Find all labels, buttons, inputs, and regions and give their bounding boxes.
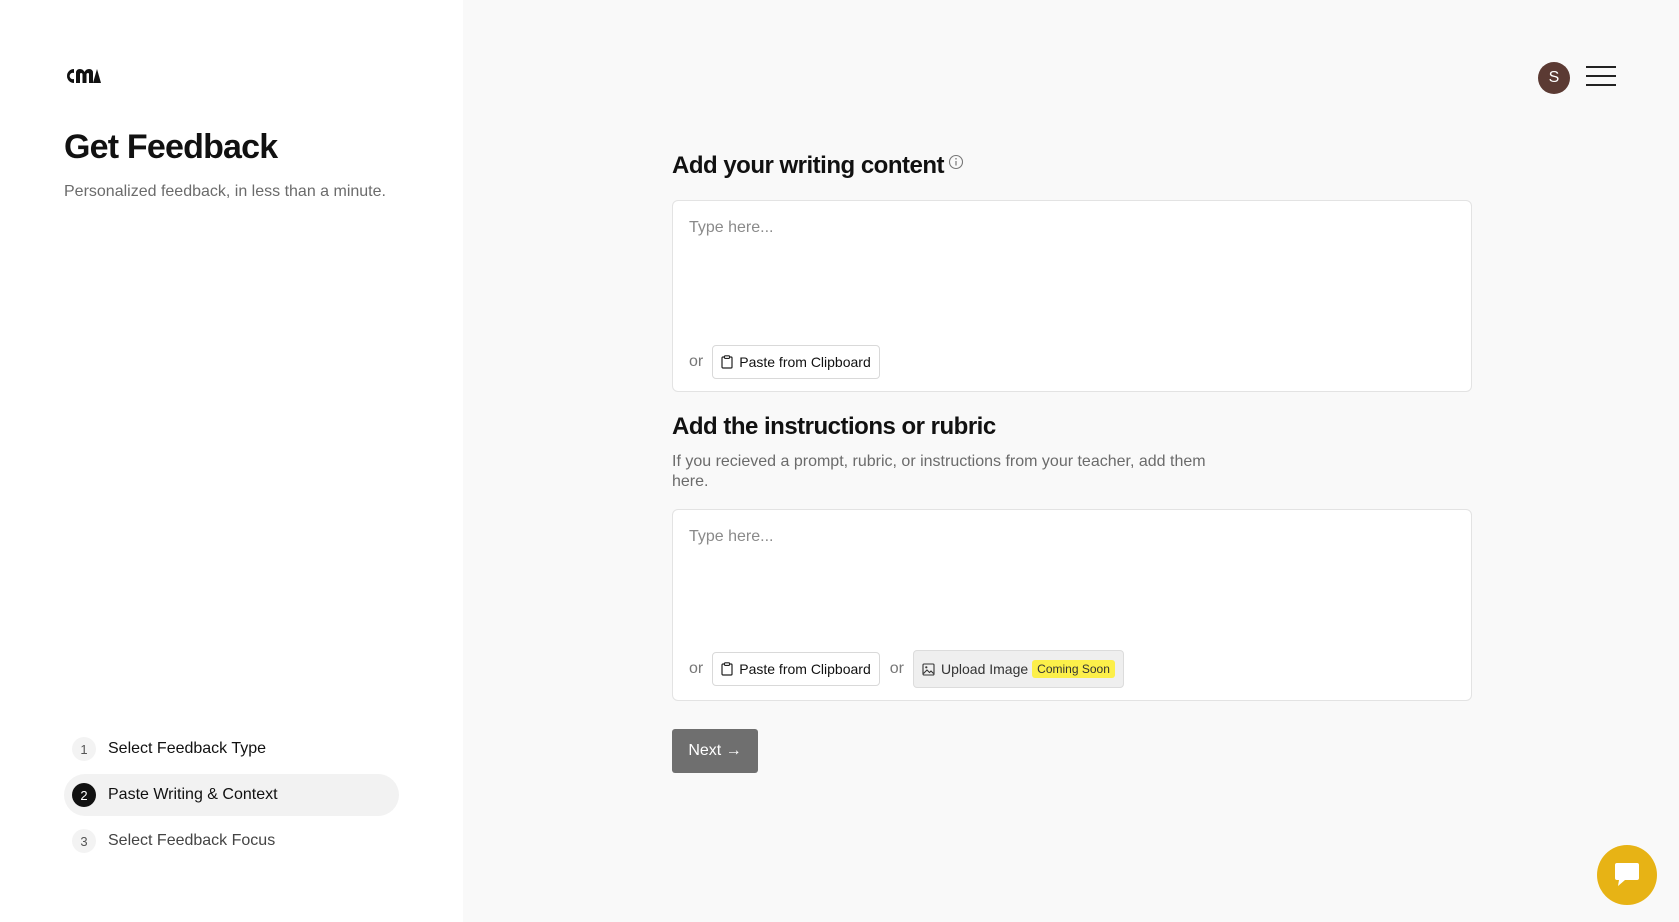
paste-label: Paste from Clipboard xyxy=(739,354,871,370)
writing-actions: or Paste from Clipboard xyxy=(689,345,880,379)
chat-button[interactable] xyxy=(1597,845,1657,905)
step-select-feedback-focus[interactable]: 3 Select Feedback Focus xyxy=(64,820,399,862)
page-subtitle: Personalized feedback, in less than a mi… xyxy=(64,183,386,200)
user-avatar[interactable]: S xyxy=(1538,62,1570,94)
instructions-textarea[interactable]: Type here... or Paste from Clipboard or … xyxy=(672,509,1472,701)
sidebar: Get Feedback Personalized feedback, in l… xyxy=(0,0,463,922)
step-label: Select Feedback Focus xyxy=(108,832,276,849)
step-select-feedback-type[interactable]: 1 Select Feedback Type xyxy=(64,728,399,770)
cm-logo[interactable] xyxy=(64,66,102,86)
instructions-actions: or Paste from Clipboard or Upload Image … xyxy=(689,650,1124,688)
info-icon[interactable] xyxy=(948,154,964,170)
image-upload-icon xyxy=(922,662,935,676)
paste-from-clipboard-button[interactable]: Paste from Clipboard xyxy=(712,652,880,686)
chat-bubble-icon xyxy=(1615,863,1639,886)
clipboard-icon xyxy=(721,355,733,369)
step-number: 1 xyxy=(72,737,96,761)
step-number: 3 xyxy=(72,829,96,853)
writing-placeholder: Type here... xyxy=(689,219,774,236)
instructions-placeholder: Type here... xyxy=(689,528,774,545)
step-label: Paste Writing & Context xyxy=(108,786,278,803)
or-label: or xyxy=(689,660,704,677)
page-title: Get Feedback xyxy=(64,128,278,166)
upload-image-button[interactable]: Upload Image Coming Soon xyxy=(912,650,1124,688)
instructions-description: If you recieved a prompt, rubric, or ins… xyxy=(672,453,1206,490)
hamburger-menu-icon[interactable] xyxy=(1586,66,1618,90)
step-paste-writing-context[interactable]: 2 Paste Writing & Context xyxy=(64,774,399,816)
step-list: 1 Select Feedback Type 2 Paste Writing &… xyxy=(64,728,399,866)
step-label: Select Feedback Type xyxy=(108,740,267,757)
paste-label: Paste from Clipboard xyxy=(739,661,871,677)
instructions-section-title: Add the instructions or rubric xyxy=(672,413,996,440)
step-number: 2 xyxy=(72,783,96,807)
paste-from-clipboard-button[interactable]: Paste from Clipboard xyxy=(712,345,880,379)
writing-content-textarea[interactable]: Type here... or Paste from Clipboard xyxy=(672,200,1472,392)
clipboard-icon xyxy=(721,662,733,676)
writing-title-text: Add your writing content xyxy=(672,152,944,179)
coming-soon-badge: Coming Soon xyxy=(1032,660,1115,678)
upload-label: Upload Image xyxy=(940,661,1029,677)
or-label: or xyxy=(889,660,904,677)
or-label: or xyxy=(689,353,704,370)
writing-section-title: Add your writing content xyxy=(672,152,964,180)
next-button[interactable]: Next → xyxy=(672,729,758,773)
